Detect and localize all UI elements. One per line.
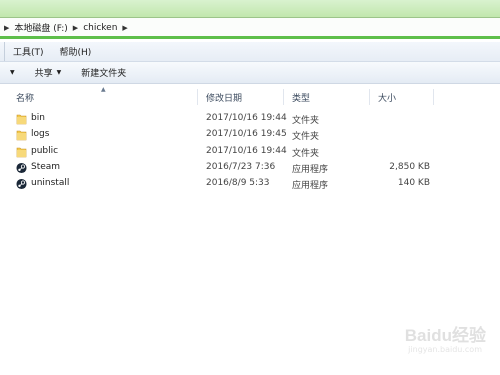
file-row[interactable]: logs 2017/10/16 19:45 文件夹 xyxy=(0,127,500,143)
file-size: 140 KB xyxy=(397,178,430,189)
file-name: logs xyxy=(31,129,50,140)
file-date: 2017/10/16 19:44 xyxy=(206,145,287,156)
watermark-url: jingyan.baidu.com xyxy=(408,345,482,354)
column-size-label: 大小 xyxy=(378,93,397,104)
menu-item-help[interactable]: 帮助(H) xyxy=(52,45,100,58)
address-bar[interactable]: ▶ 本地磁盘 (F:) ▶ chicken ▶ xyxy=(0,17,500,37)
breadcrumb-item-folder[interactable]: chicken xyxy=(83,23,117,33)
command-toolbar: ▼ 共享 ▼ 新建文件夹 xyxy=(0,62,500,84)
column-header-type[interactable]: 类型 xyxy=(284,86,370,108)
file-date: 2016/7/23 7:36 xyxy=(206,161,276,172)
file-list: bin 2017/10/16 19:44 文件夹 logs 2017/10/16… xyxy=(0,111,500,192)
steam-icon xyxy=(16,162,27,173)
file-type: 文件夹 xyxy=(292,116,320,126)
breadcrumb-item-drive[interactable]: 本地磁盘 (F:) xyxy=(14,21,67,34)
green-accent-line xyxy=(0,36,500,39)
file-name: public xyxy=(31,145,59,156)
chevron-down-icon: ▼ xyxy=(10,69,15,76)
file-row[interactable]: Steam 2016/7/23 7:36 应用程序 2,850 KB xyxy=(0,160,500,176)
breadcrumb-chevron-icon[interactable]: ▶ xyxy=(4,24,9,32)
file-type: 文件夹 xyxy=(292,132,320,143)
sort-ascending-icon: ▲ xyxy=(101,86,106,93)
menu-bar: 工具(T) 帮助(H) xyxy=(0,42,500,62)
share-button[interactable]: 共享 ▼ xyxy=(25,66,72,79)
column-header-name[interactable]: 名称 ▲ xyxy=(0,86,198,108)
file-type: 应用程序 xyxy=(292,181,329,192)
watermark-text: Baidu经验 xyxy=(404,326,486,345)
file-row[interactable]: bin 2017/10/16 19:44 文件夹 xyxy=(0,111,500,127)
file-name: uninstall xyxy=(31,178,70,189)
file-row[interactable]: uninstall 2016/8/9 5:33 应用程序 140 KB xyxy=(0,176,500,192)
breadcrumb-chevron-icon[interactable]: ▶ xyxy=(122,24,127,32)
column-divider[interactable] xyxy=(433,89,434,105)
file-name: bin xyxy=(31,113,45,123)
folder-icon xyxy=(16,114,27,125)
folder-icon xyxy=(16,147,27,157)
column-name-label: 名称 xyxy=(16,93,35,104)
column-header-row: 名称 ▲ 修改日期 类型 大小 xyxy=(0,86,500,108)
share-label: 共享 xyxy=(34,69,53,79)
file-type: 文件夹 xyxy=(292,148,320,159)
column-header-date[interactable]: 修改日期 xyxy=(198,86,284,108)
folder-icon xyxy=(16,130,27,141)
file-date: 2016/8/9 5:33 xyxy=(206,178,270,189)
chevron-down-icon: ▼ xyxy=(56,69,62,76)
file-date: 2017/10/16 19:45 xyxy=(206,129,287,140)
breadcrumb: ▶ 本地磁盘 (F:) ▶ chicken ▶ xyxy=(4,21,128,35)
menu-item-tools[interactable]: 工具(T) xyxy=(5,45,52,58)
file-type: 应用程序 xyxy=(292,164,329,175)
column-header-size[interactable]: 大小 xyxy=(370,86,434,108)
breadcrumb-chevron-icon[interactable]: ▶ xyxy=(73,24,78,32)
toolbar-partial-dropdown[interactable]: ▼ xyxy=(0,69,25,76)
steam-icon xyxy=(16,179,27,190)
column-date-label: 修改日期 xyxy=(206,93,243,104)
file-row[interactable]: public 2017/10/16 19:44 文件夹 xyxy=(0,144,500,160)
new-folder-button[interactable]: 新建文件夹 xyxy=(71,66,136,79)
file-name: Steam xyxy=(31,161,61,172)
file-date: 2017/10/16 19:44 xyxy=(206,113,287,123)
file-size: 2,850 KB xyxy=(389,161,430,172)
baidu-watermark: Baidu经验 jingyan.baidu.com xyxy=(366,317,486,361)
column-type-label: 类型 xyxy=(292,93,311,104)
